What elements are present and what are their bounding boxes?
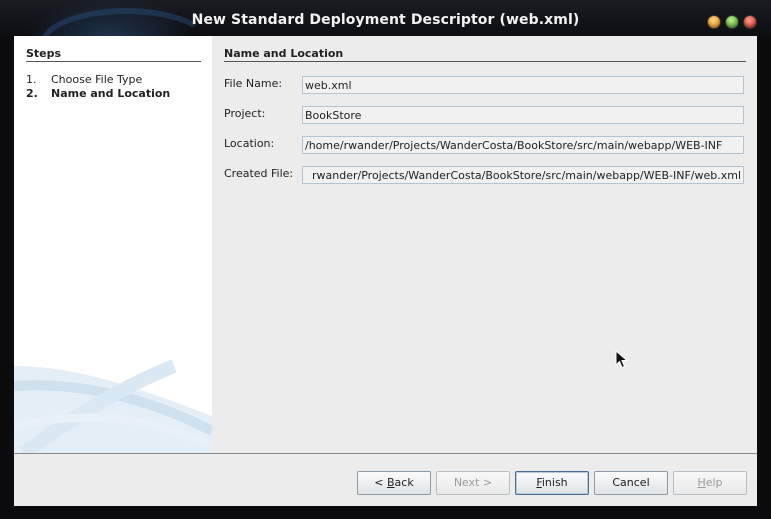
step-label: Choose File Type (51, 73, 143, 86)
cancel-button[interactable]: Cancel (594, 471, 668, 495)
close-icon[interactable] (743, 15, 757, 29)
file-name-label: File Name: (224, 77, 283, 90)
step-label: Name and Location (51, 87, 171, 100)
back-mnemonic: B (387, 476, 395, 489)
section-divider (224, 61, 746, 62)
back-button[interactable]: < Back (357, 471, 431, 495)
created-file-label: Created File: (224, 167, 294, 180)
finish-label-rest: inish (541, 476, 568, 489)
window-controls (707, 15, 757, 29)
steps-heading: Steps (26, 47, 62, 60)
minimize-icon[interactable] (707, 15, 721, 29)
project-field[interactable]: BookStore (302, 106, 744, 124)
window-title: New Standard Deployment Descriptor (web.… (191, 12, 580, 28)
mouse-pointer-icon (615, 350, 629, 369)
dialog-window: New Standard Deployment Descriptor (web.… (0, 0, 771, 519)
finish-button[interactable]: Finish (515, 471, 589, 495)
file-name-field[interactable]: web.xml (302, 76, 744, 94)
button-bar: < Back Next > Finish Cancel Help (14, 453, 757, 506)
help-mnemonic: H (697, 476, 706, 489)
back-prefix: < (374, 476, 387, 489)
location-label: Location: (224, 137, 275, 150)
step-number: 1. (26, 73, 37, 86)
steps-divider (26, 61, 201, 62)
step-name-and-location: 2. Name and Location (26, 87, 170, 100)
content-panel: Name and Location File Name: web.xml Pro… (212, 36, 757, 453)
back-label-rest: ack (394, 476, 414, 489)
step-choose-file-type: 1. Choose File Type (26, 73, 142, 86)
section-heading: Name and Location (224, 47, 344, 60)
created-file-field[interactable]: rwander/Projects/WanderCosta/BookStore/s… (302, 166, 744, 184)
location-field[interactable]: /home/rwander/Projects/WanderCosta/BookS… (302, 136, 744, 154)
help-button[interactable]: Help (673, 471, 747, 495)
project-label: Project: (224, 107, 266, 120)
step-number: 2. (26, 87, 38, 100)
maximize-icon[interactable] (725, 15, 739, 29)
steps-panel: Steps 1. Choose File Type 2. Name and Loca… (14, 36, 212, 453)
help-label-rest: elp (705, 476, 723, 489)
title-bar[interactable]: New Standard Deployment Descriptor (web.… (0, 0, 771, 80)
next-button[interactable]: Next > (436, 471, 510, 495)
